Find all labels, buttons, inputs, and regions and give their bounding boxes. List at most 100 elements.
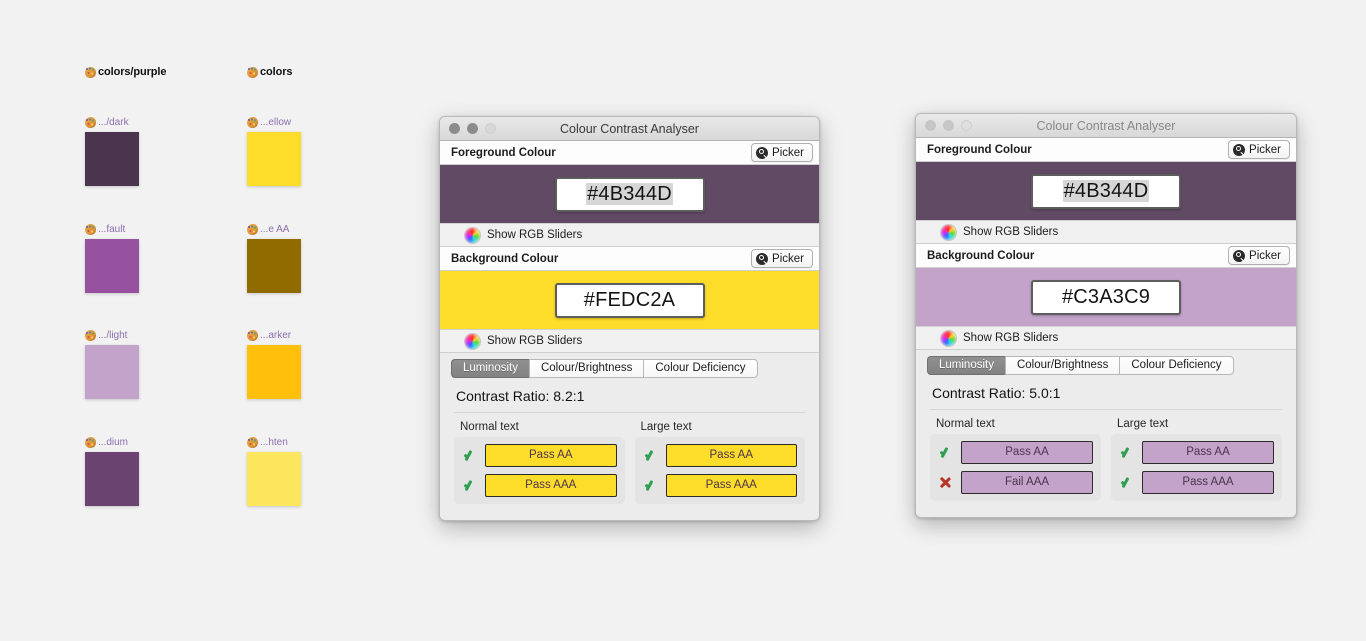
palette-group-label: colors (260, 66, 293, 78)
palette-icon (247, 224, 258, 235)
colour-swatch[interactable] (85, 132, 139, 186)
result-row: Pass AA (462, 444, 617, 467)
foreground-rgb-sliders-toggle[interactable]: Show RGB Sliders (916, 220, 1296, 244)
background-picker-label: Picker (772, 252, 804, 265)
results-column-caption: Normal text (936, 418, 995, 430)
colour-swatch[interactable] (247, 132, 301, 186)
tab-luminosity[interactable]: Luminosity (451, 359, 529, 378)
colour-swatch[interactable] (247, 239, 301, 293)
swatch-name: ...fault (98, 224, 126, 235)
swatch-name: ...hten (260, 437, 288, 448)
results-panel: Normal text Pass AA Pass AAA Large text Pass… (440, 413, 819, 520)
tab-colour-brightness[interactable]: Colour/Brightness (528, 359, 644, 378)
results-column-large: Large text Pass AA Pass AAA (1111, 416, 1282, 501)
window-title: Colour Contrast Analyser (560, 121, 699, 136)
swatch-name: ...arker (260, 330, 292, 341)
checkmark-icon (643, 448, 658, 463)
results-column-caption: Large text (1117, 418, 1169, 430)
foreground-hex-value: #4B344D (586, 182, 673, 205)
eyedropper-picker-icon (1233, 249, 1246, 262)
colour-swatch[interactable] (85, 345, 139, 399)
close-button-icon[interactable] (925, 120, 936, 131)
swatch-label: ...e AA (247, 224, 289, 235)
colour-swatch[interactable] (85, 239, 139, 293)
results-box: Pass AA Pass AAA (634, 437, 805, 504)
window-title: Colour Contrast Analyser (1036, 118, 1176, 133)
tab-colour-deficiency[interactable]: Colour Deficiency (643, 359, 758, 378)
swatch-label: ...fault (85, 224, 125, 235)
checkmark-icon (1119, 445, 1134, 460)
analysis-tabs[interactable]: Luminosity Colour/Brightness Colour Defici… (451, 359, 819, 378)
colour-swatch[interactable] (85, 452, 139, 506)
zoom-button-icon[interactable] (961, 120, 972, 131)
background-rgb-sliders-toggle[interactable]: Show RGB Sliders (916, 326, 1296, 350)
tab-colour-deficiency[interactable]: Colour Deficiency (1119, 356, 1234, 375)
swatch-label: ...dium (85, 437, 128, 448)
foreground-section-header: Foreground Colour Picker (916, 138, 1296, 162)
result-sample-pass-aaa: Pass AAA (1142, 471, 1274, 494)
background-hex-input[interactable]: #FEDC2A (554, 282, 705, 318)
checkmark-icon (462, 448, 477, 463)
close-button-icon[interactable] (449, 123, 460, 134)
zoom-button-icon[interactable] (485, 123, 496, 134)
window-titlebar[interactable]: Colour Contrast Analyser (440, 117, 819, 141)
foreground-picker-button[interactable]: Picker (1228, 140, 1290, 159)
background-hex-input[interactable]: #C3A3C9 (1031, 279, 1181, 315)
results-panel: Normal text Pass AA Fail AAA Large text Pass… (916, 410, 1296, 517)
minimize-button-icon[interactable] (943, 120, 954, 131)
palette-icon (85, 66, 96, 78)
result-row: Pass AAA (462, 474, 617, 497)
result-sample-pass-aa: Pass AA (485, 444, 617, 467)
result-row: Pass AAA (1119, 471, 1274, 494)
foreground-rgb-sliders-toggle[interactable]: Show RGB Sliders (440, 223, 819, 247)
foreground-colour-swatch[interactable]: #4B344D (440, 165, 819, 223)
background-rgb-sliders-toggle[interactable]: Show RGB Sliders (440, 329, 819, 353)
foreground-hex-input[interactable]: #4B344D (1031, 173, 1181, 209)
tab-luminosity[interactable]: Luminosity (927, 356, 1005, 375)
colour-wheel-icon (941, 330, 956, 346)
background-colour-swatch[interactable]: #C3A3C9 (916, 268, 1296, 326)
contrast-ratio-text: Contrast Ratio: 5.0:1 (916, 375, 1296, 409)
results-column-normal: Normal text Pass AA Pass AAA (454, 419, 625, 504)
background-picker-label: Picker (1249, 249, 1281, 262)
palette-group-label: colors/purple (98, 66, 167, 78)
colour-contrast-analyser-window-2[interactable]: Colour Contrast Analyser Foreground Colo… (915, 113, 1297, 518)
colour-contrast-analyser-window-1[interactable]: Colour Contrast Analyser Foreground Colo… (439, 116, 820, 521)
checkmark-icon (938, 445, 953, 460)
minimize-button-icon[interactable] (467, 123, 478, 134)
background-colour-swatch[interactable]: #FEDC2A (440, 271, 819, 329)
foreground-picker-button[interactable]: Picker (751, 143, 813, 162)
background-picker-button[interactable]: Picker (751, 249, 813, 268)
colour-swatch[interactable] (247, 452, 301, 506)
palette-icon (85, 437, 96, 448)
palette-icon (247, 330, 258, 341)
results-column-normal: Normal text Pass AA Fail AAA (930, 416, 1101, 501)
foreground-colour-swatch[interactable]: #4B344D (916, 162, 1296, 220)
swatch-label: ...arker (247, 330, 291, 341)
colour-wheel-icon (941, 224, 956, 240)
result-row: Pass AA (938, 441, 1093, 464)
tab-colour-brightness[interactable]: Colour/Brightness (1004, 356, 1120, 375)
canvas: colors/purple colors .../dark ...fault .../l… (0, 0, 1366, 641)
analysis-tabs[interactable]: Luminosity Colour/Brightness Colour Defici… (927, 356, 1296, 375)
swatch-name: ...e AA (260, 224, 290, 235)
foreground-hex-input[interactable]: #4B344D (554, 176, 705, 212)
background-rgb-sliders-label: Show RGB Sliders (963, 332, 1059, 344)
window-titlebar[interactable]: Colour Contrast Analyser (916, 114, 1296, 138)
palette-icon (85, 330, 96, 341)
eyedropper-picker-icon (756, 146, 769, 159)
swatch-name: ...dium (98, 437, 129, 448)
traffic-lights[interactable] (925, 120, 972, 131)
palette-group-title: colors/purple (85, 66, 166, 78)
colour-swatch[interactable] (247, 345, 301, 399)
swatch-name: ...ellow (260, 117, 292, 128)
foreground-hex-value: #4B344D (1062, 179, 1150, 202)
contrast-ratio-text: Contrast Ratio: 8.2:1 (440, 378, 819, 412)
palette-icon (85, 224, 96, 235)
palette-icon (247, 117, 258, 128)
background-picker-button[interactable]: Picker (1228, 246, 1290, 265)
result-row: Fail AAA (938, 471, 1093, 494)
traffic-lights[interactable] (449, 123, 496, 134)
colour-wheel-icon (465, 227, 480, 243)
foreground-rgb-sliders-label: Show RGB Sliders (963, 226, 1059, 238)
